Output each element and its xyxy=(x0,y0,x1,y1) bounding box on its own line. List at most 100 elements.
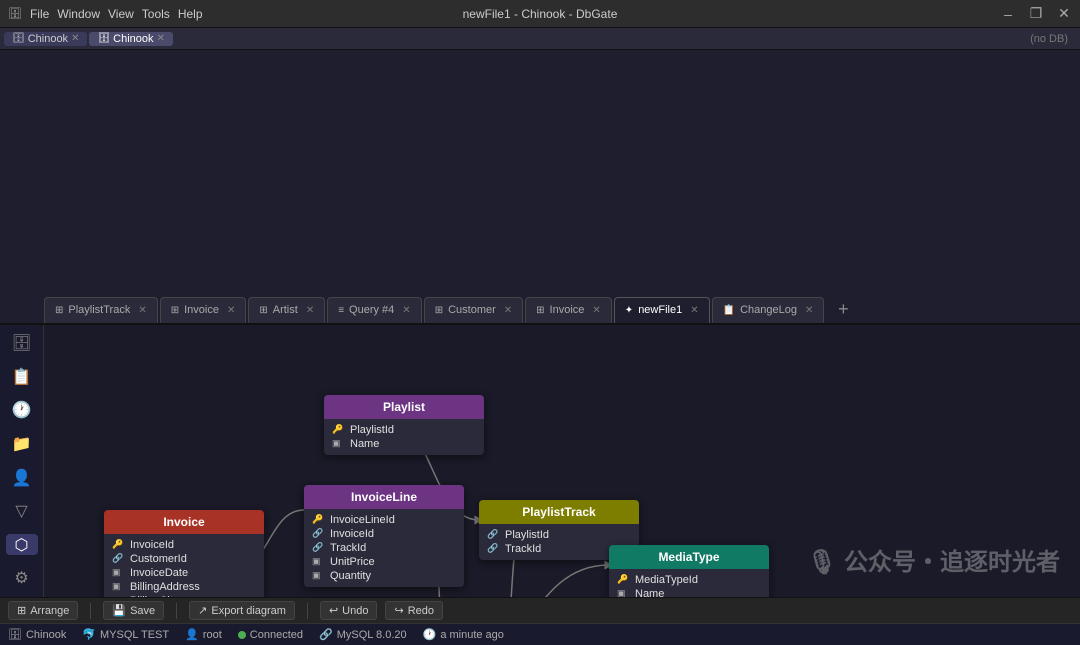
tab-icon-0: ⊞ xyxy=(55,305,63,316)
field-name-mediatype-0: MediaTypeId xyxy=(635,574,698,586)
save-icon: 💾 xyxy=(112,604,126,617)
field-icon-invoiceline-2: 🔗 xyxy=(312,542,324,553)
field-icon-invoiceline-3: ▣ xyxy=(312,556,324,567)
export-button[interactable]: ↗ Export diagram xyxy=(189,601,295,620)
field-name-invoiceline-0: InvoiceLineId xyxy=(330,514,395,526)
field-name-invoiceline-3: UnitPrice xyxy=(330,556,375,568)
node-header-playlist: Playlist xyxy=(324,395,484,419)
node-header-mediatype: MediaType xyxy=(609,545,769,569)
sidebar-diagram-icon[interactable]: ⬡ xyxy=(6,534,38,556)
db-tabs-row: 🗄 Chinook ✕ 🗄 Chinook ✕ (no DB) xyxy=(0,28,1080,50)
node-invoice[interactable]: Invoice 🔑 InvoiceId 🔗 CustomerId ▣ Invoi… xyxy=(104,510,264,598)
field-invoiceline-0: 🔑 InvoiceLineId xyxy=(304,513,464,527)
undo-icon: ↩ xyxy=(329,604,338,617)
sidebar-settings-icon[interactable]: ⚙ xyxy=(6,567,38,589)
node-body-playlist: 🔑 PlaylistId ▣ Name xyxy=(324,419,484,455)
field-icon-playlist-1: ▣ xyxy=(332,438,344,449)
sidebar: 🗄 📋 🕐 📁 👤 ▽ ⬡ ⚙ xyxy=(0,325,44,598)
status-connection-label: Connected xyxy=(250,629,303,641)
field-icon-invoiceline-1: 🔗 xyxy=(312,528,324,539)
field-playlist-1: ▣ Name xyxy=(324,437,484,451)
field-invoiceline-1: 🔗 InvoiceId xyxy=(304,527,464,541)
tab-changelog-7[interactable]: 📋ChangeLog✕ xyxy=(712,297,825,323)
tab-label-5: Invoice xyxy=(550,304,585,316)
sidebar-user-icon[interactable]: 👤 xyxy=(6,467,38,489)
watermark: 🎙 公众号・追逐时光者 xyxy=(807,542,1060,577)
field-name-playlisttrack-1: TrackId xyxy=(505,543,541,555)
status-engine-icon: 🐬 xyxy=(82,628,96,641)
tab-newfile1-6[interactable]: ✦newFile1✕ xyxy=(614,297,710,323)
redo-icon: ↪ xyxy=(394,604,403,617)
menu-help[interactable]: Help xyxy=(178,7,203,21)
save-label: Save xyxy=(130,605,155,617)
tab-close-7[interactable]: ✕ xyxy=(805,305,813,316)
field-name-playlisttrack-0: PlaylistId xyxy=(505,529,549,541)
tab-invoice-1[interactable]: ⊞Invoice✕ xyxy=(160,297,247,323)
status-version-label: MySQL 8.0.20 xyxy=(337,629,407,641)
field-invoice-0: 🔑 InvoiceId xyxy=(104,538,264,552)
arrange-icon: ⊞ xyxy=(17,604,26,617)
tab-query-#4-3[interactable]: ≡Query #4✕ xyxy=(327,297,421,323)
tab-playlisttrack-0[interactable]: ⊞PlaylistTrack✕ xyxy=(44,297,158,323)
tab-close-2[interactable]: ✕ xyxy=(306,305,314,316)
tab-close-0[interactable]: ✕ xyxy=(138,305,146,316)
tab-customer-4[interactable]: ⊞Customer✕ xyxy=(424,297,523,323)
maximize-button[interactable]: ❐ xyxy=(1028,6,1044,22)
tab-close-6[interactable]: ✕ xyxy=(690,305,698,316)
db-tab-chinook2[interactable]: 🗄 Chinook ✕ xyxy=(89,32,172,46)
undo-button[interactable]: ↩ Undo xyxy=(320,601,378,620)
sidebar-db-icon[interactable]: 📋 xyxy=(6,366,38,388)
menu-tools[interactable]: Tools xyxy=(142,7,170,21)
tab-close-4[interactable]: ✕ xyxy=(504,305,512,316)
field-icon-invoice-2: ▣ xyxy=(112,567,124,578)
arrange-button[interactable]: ⊞ Arrange xyxy=(8,601,78,620)
tab-close-5[interactable]: ✕ xyxy=(592,305,600,316)
field-name-mediatype-1: Name xyxy=(635,588,664,598)
db-tab-chinook2-close[interactable]: ✕ xyxy=(157,33,165,44)
sidebar-filter-icon[interactable]: ▽ xyxy=(6,500,38,522)
undo-label: Undo xyxy=(342,605,368,617)
node-body-invoiceline: 🔑 InvoiceLineId 🔗 InvoiceId 🔗 TrackId ▣ … xyxy=(304,509,464,587)
status-version: 🔗 MySQL 8.0.20 xyxy=(319,628,407,641)
tab-icon-2: ⊞ xyxy=(259,305,267,316)
tab-invoice-5[interactable]: ⊞Invoice✕ xyxy=(525,297,612,323)
node-mediatype[interactable]: MediaType 🔑 MediaTypeId ▣ Name xyxy=(609,545,769,598)
field-invoiceline-3: ▣ UnitPrice xyxy=(304,555,464,569)
minimize-button[interactable]: – xyxy=(1000,6,1016,22)
node-header-invoice: Invoice xyxy=(104,510,264,534)
tab-close-3[interactable]: ✕ xyxy=(402,305,410,316)
status-dot xyxy=(238,631,246,639)
close-button[interactable]: ✕ xyxy=(1056,6,1072,22)
tab-close-1[interactable]: ✕ xyxy=(227,305,235,316)
tab-label-6: newFile1 xyxy=(638,304,682,316)
db-tab-chinook1-close[interactable]: ✕ xyxy=(71,33,79,44)
menu-window[interactable]: Window xyxy=(57,7,100,21)
redo-button[interactable]: ↪ Redo xyxy=(385,601,443,620)
status-db-icon: 🗄 xyxy=(8,628,22,641)
export-label: Export diagram xyxy=(211,605,286,617)
field-name-playlist-0: PlaylistId xyxy=(350,424,394,436)
tab-add-button[interactable]: + xyxy=(830,297,856,323)
node-playlist[interactable]: Playlist 🔑 PlaylistId ▣ Name xyxy=(324,395,484,455)
menu-file[interactable]: File xyxy=(30,7,49,21)
field-name-invoiceline-2: TrackId xyxy=(330,542,366,554)
status-user-icon: 👤 xyxy=(185,628,199,641)
status-time-icon: 🕐 xyxy=(423,628,437,641)
field-name-invoice-0: InvoiceId xyxy=(130,539,174,551)
save-button[interactable]: 💾 Save xyxy=(103,601,164,620)
menu-view[interactable]: View xyxy=(108,7,134,21)
status-db-name[interactable]: 🗄 Chinook xyxy=(8,628,66,641)
field-name-invoice-1: CustomerId xyxy=(130,553,187,565)
field-invoice-2: ▣ InvoiceDate xyxy=(104,566,264,580)
status-version-icon: 🔗 xyxy=(319,628,333,641)
node-invoiceline[interactable]: InvoiceLine 🔑 InvoiceLineId 🔗 InvoiceId … xyxy=(304,485,464,587)
sidebar-history-icon[interactable]: 🕐 xyxy=(6,400,38,422)
field-icon-invoice-4: ▣ xyxy=(112,595,124,597)
db-tab-chinook1[interactable]: 🗄 Chinook ✕ xyxy=(4,32,87,46)
tab-label-4: Customer xyxy=(448,304,496,316)
tab-label-3: Query #4 xyxy=(349,304,394,316)
sidebar-folder-icon[interactable]: 📁 xyxy=(6,433,38,455)
field-invoice-1: 🔗 CustomerId xyxy=(104,552,264,566)
tab-artist-2[interactable]: ⊞Artist✕ xyxy=(248,297,325,323)
diagram-canvas: Playlist 🔑 PlaylistId ▣ Name Playlist Tra… xyxy=(44,325,1080,598)
